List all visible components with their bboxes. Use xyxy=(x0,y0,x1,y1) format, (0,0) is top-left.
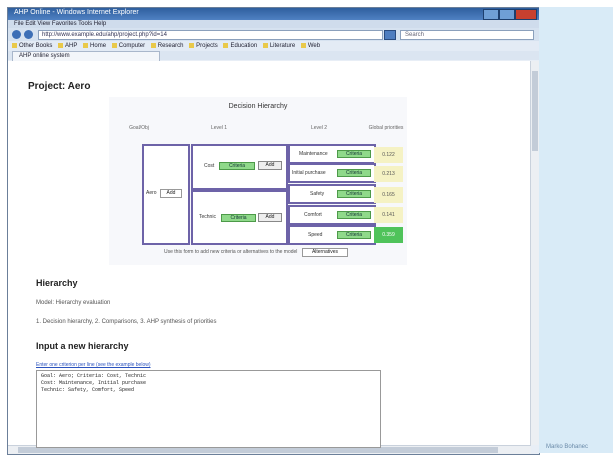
favorite-link[interactable]: Education xyxy=(223,43,257,49)
author-footer: Marko Bohanec xyxy=(546,444,589,450)
slide-side-panel xyxy=(539,7,613,453)
hierarchy-panel: Decision Hierarchy Goal/Obj Level 1 Leve… xyxy=(109,97,407,265)
section-text: Model: Hierarchy evaluation xyxy=(36,300,111,306)
project-title: Project: Aero xyxy=(28,81,91,92)
add-button[interactable]: Add xyxy=(258,161,282,170)
goal-label: Aero xyxy=(146,190,157,196)
go-button[interactable] xyxy=(384,30,396,40)
criteria-field[interactable]: Criteria xyxy=(337,169,371,177)
node-label: Comfort xyxy=(304,212,322,218)
level2-node: Maintenance Criteria xyxy=(288,144,376,164)
title-bar: AHP Online - Windows Internet Explorer xyxy=(8,8,539,20)
alternatives-button[interactable]: Alternatives xyxy=(302,248,348,257)
hierarchy-textarea[interactable]: Goal: Aero; Criteria: Cost, Technic Cost… xyxy=(36,370,381,448)
priority-cell: 0.122 xyxy=(374,147,403,163)
hierarchy-title: Decision Hierarchy xyxy=(228,103,288,110)
favorite-link[interactable]: Projects xyxy=(189,43,218,49)
search-input[interactable]: Search xyxy=(400,30,534,40)
forward-icon[interactable] xyxy=(24,30,33,39)
priority-cell: 0.213 xyxy=(374,166,403,182)
favorite-link[interactable]: Computer xyxy=(112,43,145,49)
column-header: Global priorities xyxy=(368,125,404,131)
level2-node: Safety Criteria xyxy=(288,184,376,204)
window-title: AHP Online - Windows Internet Explorer xyxy=(14,9,139,16)
criteria-field[interactable]: Criteria xyxy=(337,231,371,239)
close-button[interactable] xyxy=(515,9,537,20)
node-label: Cost xyxy=(204,163,215,169)
node-label: Technic xyxy=(199,214,216,220)
favorite-link[interactable]: Home xyxy=(83,43,106,49)
help-link[interactable]: Enter one criterion per line (see the ex… xyxy=(36,362,151,368)
menu-bar[interactable]: File Edit View Favorites Tools Help xyxy=(8,20,539,28)
minimize-button[interactable] xyxy=(483,9,499,20)
column-header: Goal/Obj xyxy=(129,125,149,131)
level1-node-cost: Cost Criteria Add xyxy=(191,144,288,190)
criteria-field[interactable]: Criteria xyxy=(337,211,371,219)
goal-add-button[interactable]: Add xyxy=(160,189,182,198)
level1-node-technic: Technic Criteria Add xyxy=(191,190,288,245)
node-label: Speed xyxy=(308,232,323,238)
criteria-field[interactable]: Criteria xyxy=(221,214,256,222)
priority-cell-highest: 0.359 xyxy=(374,227,403,243)
criteria-field[interactable]: Criteria xyxy=(337,190,371,198)
level2-node: Speed Criteria xyxy=(288,225,376,245)
hierarchy-footer-note: Use this form to add new criteria or alt… xyxy=(164,249,298,255)
tab-row: AHP online system xyxy=(8,51,539,61)
tab-active[interactable]: AHP online system xyxy=(12,51,160,61)
scroll-thumb[interactable] xyxy=(532,71,538,151)
node-label: Safety xyxy=(310,191,325,197)
favorite-link[interactable]: Literature xyxy=(263,43,295,49)
criteria-field[interactable]: Criteria xyxy=(337,150,371,158)
maximize-button[interactable] xyxy=(499,9,515,20)
address-row: http://www.example.edu/ahp/project.php?i… xyxy=(8,28,539,41)
section-text: 1. Decision hierarchy, 2. Comparisons, 3… xyxy=(36,319,217,325)
favorites-bar: Other Books AHP Home Computer Research P… xyxy=(8,41,539,51)
priority-cell: 0.141 xyxy=(374,207,403,223)
favorite-link[interactable]: Other Books xyxy=(12,43,52,49)
favorite-link[interactable]: Research xyxy=(151,43,184,49)
section-heading: Input a new hierarchy xyxy=(36,341,129,351)
back-icon[interactable] xyxy=(12,30,21,39)
node-label: Maintenance xyxy=(299,151,328,157)
vertical-scrollbar[interactable] xyxy=(530,61,539,445)
address-bar[interactable]: http://www.example.edu/ahp/project.php?i… xyxy=(38,30,383,40)
criteria-field[interactable]: Criteria xyxy=(219,162,255,170)
section-heading: Hierarchy xyxy=(36,278,78,288)
column-header: Level 2 xyxy=(310,125,328,131)
goal-node: Aero Add xyxy=(142,144,190,245)
priority-cell: 0.165 xyxy=(374,187,403,203)
level2-node: Initial purchase Criteria xyxy=(288,163,376,183)
favorite-link[interactable]: Web xyxy=(301,43,320,49)
node-label: Initial purchase xyxy=(292,170,326,176)
column-header: Level 1 xyxy=(210,125,228,131)
level2-node: Comfort Criteria xyxy=(288,205,376,225)
add-button[interactable]: Add xyxy=(258,213,282,222)
favorite-link[interactable]: AHP xyxy=(58,43,77,49)
